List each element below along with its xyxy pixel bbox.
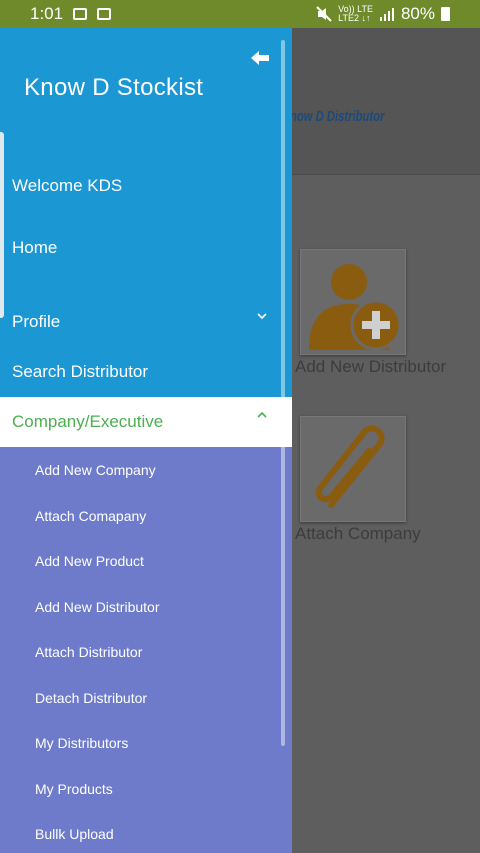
submenu-add-new-distributor[interactable]: Add New Distributor <box>35 599 160 615</box>
add-user-icon <box>309 264 402 351</box>
signal-icon <box>379 8 394 21</box>
menu-item-company-executive-label: Company/Executive <box>12 412 164 431</box>
submenu-my-distributors[interactable]: My Distributors <box>35 735 128 751</box>
submenu-add-new-company[interactable]: Add New Company <box>35 462 156 478</box>
drawer-scrollbar[interactable] <box>281 40 285 746</box>
welcome-text: Welcome KDS <box>12 176 123 195</box>
add-distributor-tile-label: Add New Distributor <box>295 357 447 376</box>
menu-item-search-distributor[interactable]: Search Distributor <box>12 362 148 382</box>
submenu-add-new-product[interactable]: Add New Product <box>35 553 144 569</box>
background-logo: now D Distributor <box>290 108 385 125</box>
paperclip-icon <box>315 425 385 508</box>
mute-icon <box>316 6 332 22</box>
gallery-icon <box>73 8 88 20</box>
network-info-bottom: LTE2 ↓↑ <box>338 13 371 23</box>
network-info: Vo)) LTE LTE2 ↓↑ <box>338 5 373 23</box>
attach-company-tile-label: Attach Company <box>295 524 421 543</box>
submenu-my-products[interactable]: My Products <box>35 781 113 797</box>
submenu-detach-distributor[interactable]: Detach Distributor <box>35 690 147 706</box>
menu-item-profile[interactable]: Profile <box>12 312 60 332</box>
chevron-up-icon[interactable] <box>256 409 268 421</box>
status-right: Vo)) LTE LTE2 ↓↑ 80% <box>316 0 450 28</box>
submenu-attach-company[interactable]: Attach Comapany <box>35 508 146 524</box>
status-bar: 1:01 Vo)) LTE LTE2 ↓↑ 80% <box>0 0 480 28</box>
submenu-attach-distributor[interactable]: Attach Distributor <box>35 644 142 660</box>
back-arrow-icon[interactable] <box>250 50 270 66</box>
navigation-drawer: Know D Stockist Welcome KDS Home Profile… <box>0 28 292 853</box>
battery-icon <box>441 7 450 21</box>
add-distributor-tile[interactable] <box>300 249 406 355</box>
battery-percent: 80% <box>400 4 435 23</box>
status-time: 1:01 <box>30 4 64 23</box>
drawer-edge-handle[interactable] <box>0 132 4 318</box>
chevron-down-icon[interactable] <box>256 310 268 322</box>
menu-item-home[interactable]: Home <box>12 238 57 258</box>
message-icon <box>97 8 112 20</box>
app-title: Know D Stockist <box>24 74 204 101</box>
attach-company-tile[interactable] <box>300 416 406 522</box>
menu-item-company-executive[interactable]: Company/Executive <box>0 397 292 447</box>
submenu-bulk-upload[interactable]: Bullk Upload <box>35 826 114 842</box>
